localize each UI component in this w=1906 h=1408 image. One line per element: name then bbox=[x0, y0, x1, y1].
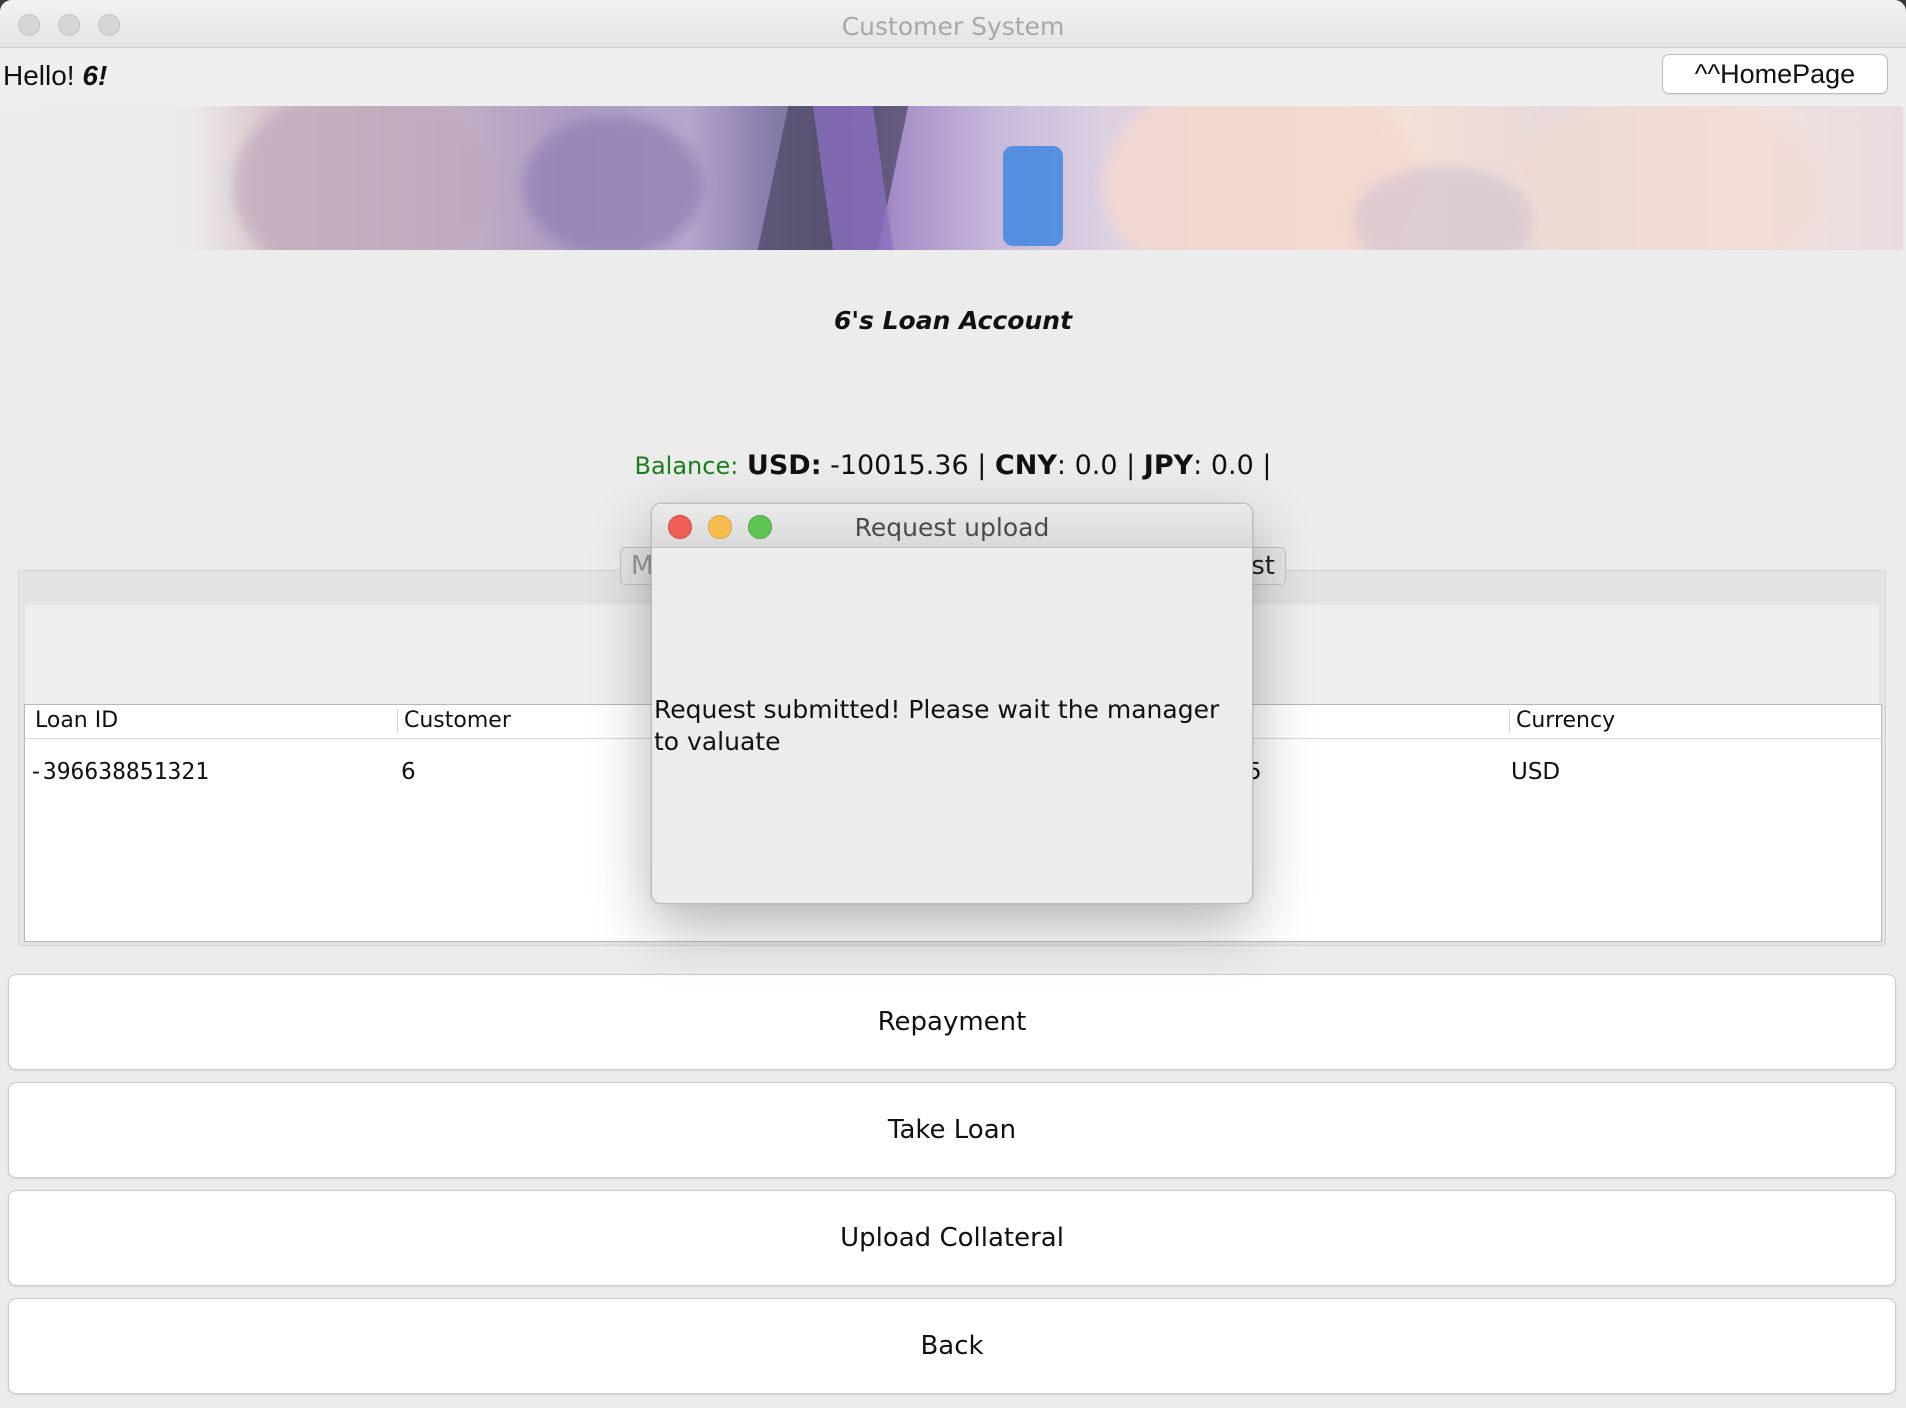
dialog-message: Request submitted! Please wait the manag… bbox=[654, 695, 1220, 756]
balance-line: Balance: USD: -10015.36 | CNY: 0.0 | JPY… bbox=[0, 450, 1906, 481]
dialog-title: Request upload bbox=[854, 513, 1050, 542]
cny-value: : 0.0 | bbox=[1056, 450, 1144, 481]
window-title: Customer System bbox=[841, 12, 1065, 41]
repayment-button[interactable]: Repayment bbox=[8, 974, 1896, 1070]
top-bar: Hello! 6! ^^HomePage bbox=[0, 48, 1906, 106]
jpy-label: JPY bbox=[1143, 450, 1194, 481]
tab-right-label: st bbox=[1251, 551, 1275, 581]
banner-image bbox=[3, 106, 1903, 250]
greeting-prefix: Hello! bbox=[3, 60, 83, 91]
cny-label: CNY bbox=[994, 450, 1057, 481]
column-header-currency[interactable]: Currency bbox=[1509, 709, 1615, 733]
greeting-username: 6! bbox=[82, 60, 108, 91]
jpy-value: : 0.0 | bbox=[1193, 450, 1272, 481]
loan-account-title: 6's Loan Account bbox=[833, 306, 1073, 335]
take-loan-button[interactable]: Take Loan bbox=[8, 1082, 1896, 1178]
usd-label: USD: bbox=[746, 450, 822, 481]
usd-value: -10015.36 | bbox=[821, 450, 995, 481]
upload-collateral-button[interactable]: Upload Collateral bbox=[8, 1190, 1896, 1286]
customer-system-window: Customer System Hello! 6! ^^HomePage 6's… bbox=[0, 0, 1906, 1408]
cell-customer: 6 bbox=[401, 759, 416, 785]
cell-loan-id: -396638851321 bbox=[29, 759, 210, 785]
window-titlebar[interactable]: Customer System bbox=[0, 0, 1906, 48]
dialog-titlebar[interactable]: Request upload bbox=[652, 504, 1252, 548]
balance-label: Balance: bbox=[634, 452, 739, 480]
greeting: Hello! 6! bbox=[3, 60, 107, 92]
column-header-loan-id[interactable]: Loan ID bbox=[29, 709, 118, 733]
back-button[interactable]: Back bbox=[8, 1298, 1896, 1394]
cell-currency: USD bbox=[1511, 759, 1561, 785]
homepage-button[interactable]: ^^HomePage bbox=[1662, 54, 1888, 94]
column-header-customer[interactable]: Customer bbox=[397, 709, 511, 733]
request-upload-dialog: Request upload Request submitted! Please… bbox=[651, 503, 1253, 904]
